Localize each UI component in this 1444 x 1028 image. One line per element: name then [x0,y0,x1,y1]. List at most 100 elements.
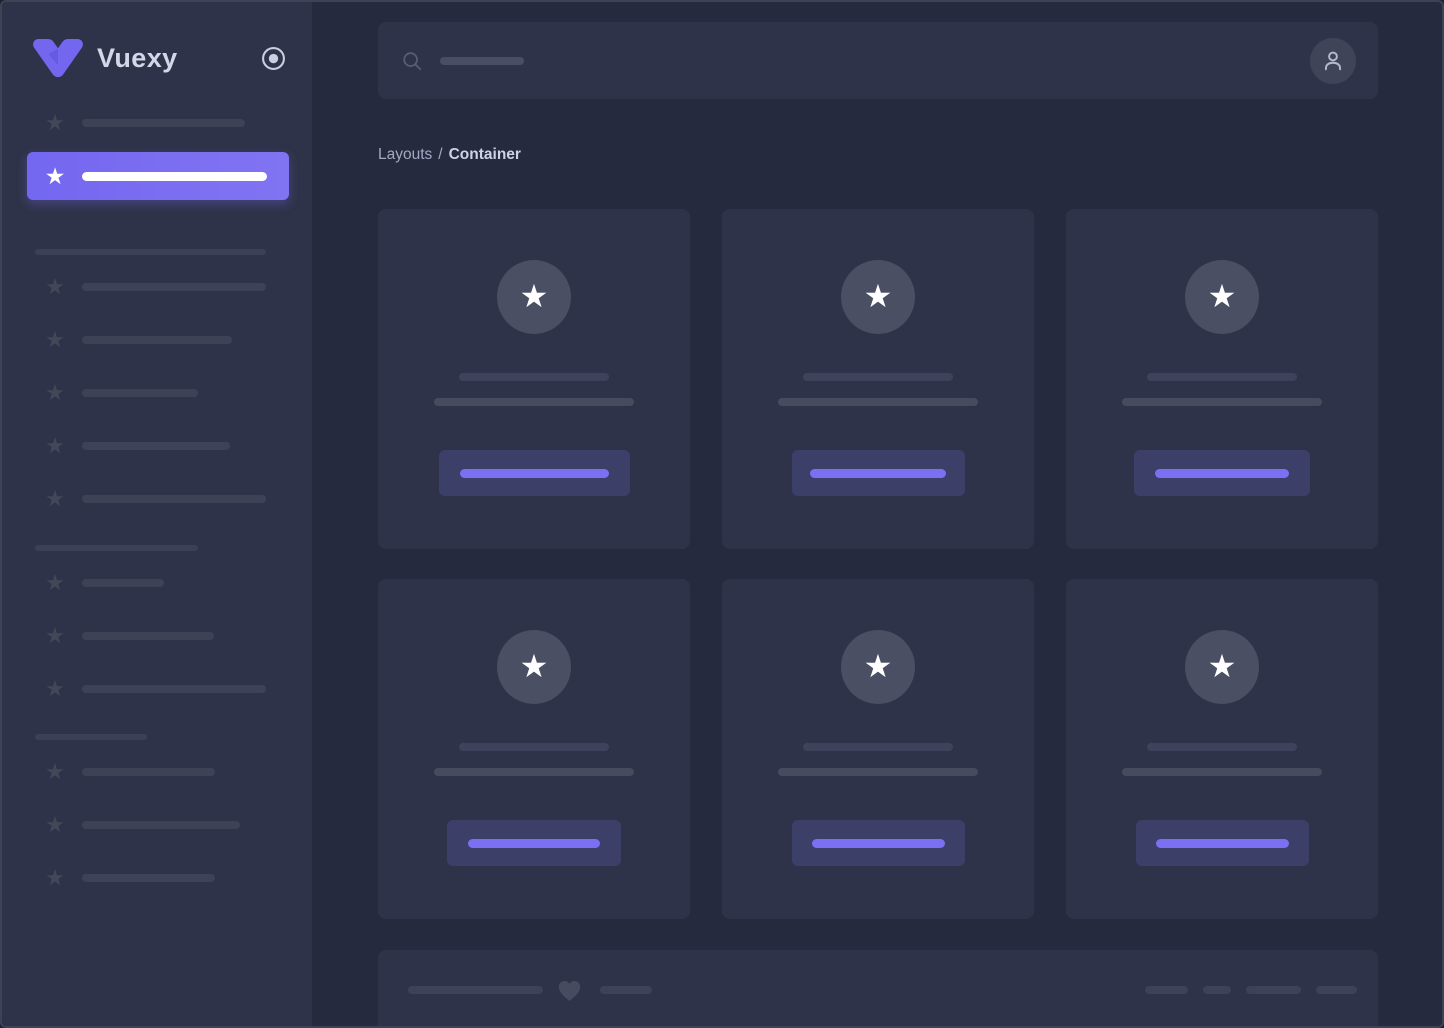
card-avatar: ★ [497,260,571,334]
main-content: Layouts / Container ★ ★ ★ ★ ★ ★ [312,2,1442,1026]
page-title: Container [448,146,521,163]
sidebar-item-label-skeleton [82,579,164,587]
breadcrumb: Layouts / Container [378,146,1442,163]
card-subtitle-skeleton [434,768,634,776]
star-icon: ★ [1207,647,1237,684]
button-label-skeleton [811,838,945,848]
star-icon: ★ [519,647,549,684]
star-icon: ★ [45,274,65,299]
star-icon: ★ [45,676,65,701]
heart-icon[interactable] [556,977,583,1004]
card-action-button[interactable] [438,450,630,496]
placeholder-card: ★ [722,209,1034,549]
vuexy-logo-link[interactable] [32,38,84,78]
footer-link-skeleton[interactable] [1246,986,1301,994]
card-action-button[interactable] [1135,820,1309,866]
card-title-skeleton [803,743,953,751]
top-navbar [378,22,1378,99]
sidebar-item[interactable]: ★ [42,812,312,838]
placeholder-card: ★ [722,579,1034,919]
breadcrumb-section[interactable]: Layouts [378,146,432,163]
card-avatar: ★ [497,630,571,704]
cards-grid: ★ ★ ★ ★ ★ ★ [378,209,1378,919]
sidebar-active-label-skeleton [82,171,267,181]
sidebar: Vuexy ★ ★ ★ ★ ★ ★ ★ ★ ★ ★ ★ ★ ★ [2,2,312,1026]
card-action-button[interactable] [791,820,965,866]
sidebar-section-list: ★ ★ ★ [2,759,312,891]
breadcrumb-separator: / [438,146,443,163]
sidebar-item-label-skeleton [82,283,266,291]
card-title-skeleton [1147,373,1297,381]
sidebar-section: ★ ★ ★ [2,734,312,891]
placeholder-card: ★ [1066,209,1378,549]
person-icon [1324,51,1342,70]
star-icon: ★ [45,110,65,135]
sidebar-item-label-skeleton [82,442,230,450]
sidebar-item-active[interactable]: ★ [27,152,289,200]
card-subtitle-skeleton [1122,768,1322,776]
button-label-skeleton [1155,838,1289,848]
card-action-button[interactable] [1134,450,1310,496]
card-subtitle-skeleton [778,398,978,406]
sidebar-item[interactable]: ★ [42,327,312,353]
menu-pin-toggle-icon[interactable] [261,46,286,71]
button-label-skeleton [1155,468,1289,478]
sidebar-item[interactable]: ★ [42,486,312,512]
footer-link-skeleton[interactable] [1145,986,1188,994]
button-label-skeleton [468,838,600,848]
sidebar-item-label-skeleton [82,495,266,503]
star-icon: ★ [863,277,893,314]
search-icon [403,51,422,70]
card-avatar: ★ [1185,260,1259,334]
star-icon: ★ [1207,277,1237,314]
sidebar-item-label-skeleton [82,874,215,882]
sidebar-section: ★ ★ ★ [2,545,312,702]
user-avatar[interactable] [1310,37,1356,84]
footer-link-skeleton[interactable] [1316,986,1357,994]
sidebar-item-label-skeleton [82,336,232,344]
footer-text-skeleton [600,986,652,994]
sidebar-item[interactable]: ★ [42,623,312,649]
sidebar-item-label-skeleton [82,632,214,640]
sidebar-item[interactable]: ★ [42,380,312,406]
sidebar-item[interactable]: ★ [42,759,312,785]
search-input[interactable] [401,50,524,72]
star-icon: ★ [45,865,65,890]
footer-text-skeleton [408,986,543,994]
star-icon: ★ [45,759,65,784]
star-icon: ★ [45,380,65,405]
section-header-skeleton [35,249,266,255]
card-title-skeleton [459,743,609,751]
sidebar-item[interactable]: ★ [42,865,312,891]
card-avatar: ★ [841,630,915,704]
card-subtitle-skeleton [1122,398,1322,406]
button-label-skeleton [459,468,609,478]
sidebar-item[interactable]: ★ [42,433,312,459]
section-header-skeleton [35,545,198,551]
star-icon: ★ [45,433,65,458]
sidebar-item[interactable]: ★ [42,110,312,136]
placeholder-card: ★ [1066,579,1378,919]
footer-link-skeleton[interactable] [1203,986,1231,994]
card-title-skeleton [459,373,609,381]
card-subtitle-skeleton [778,768,978,776]
sidebar-section: ★ ★ ★ ★ ★ [2,249,312,512]
card-action-button[interactable] [791,450,965,496]
placeholder-card: ★ [378,579,690,919]
card-action-button[interactable] [447,820,621,866]
sidebar-item-label-skeleton [82,685,266,693]
app-title: Vuexy [97,42,178,73]
star-icon: ★ [45,570,65,595]
star-icon: ★ [45,327,65,352]
search-placeholder-skeleton [440,56,524,65]
sidebar-item-label-skeleton [82,389,198,397]
sidebar-item[interactable]: ★ [42,570,312,596]
footer-row [408,978,1357,1002]
sidebar-item-label-skeleton [82,821,240,829]
star-icon: ★ [45,812,65,837]
section-header-skeleton [35,734,147,740]
sidebar-item[interactable]: ★ [42,274,312,300]
card-avatar: ★ [1185,630,1259,704]
sidebar-item[interactable]: ★ [42,676,312,702]
button-label-skeleton [810,468,946,478]
